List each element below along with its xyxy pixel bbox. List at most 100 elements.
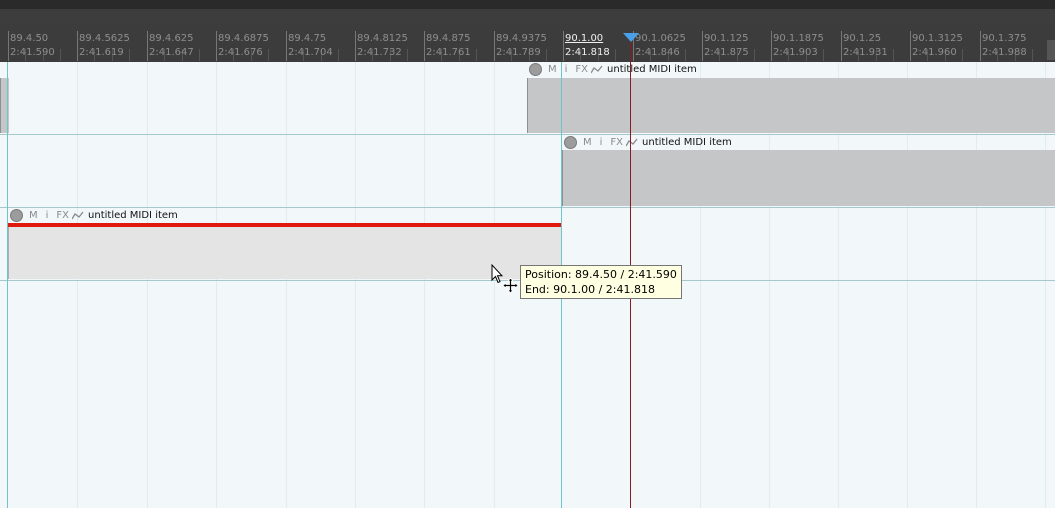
ruler-minor-tick: [823, 49, 824, 61]
ruler-beat-label: 90.1.0625: [635, 33, 686, 44]
tooltip-position: Position: 89.4.50 / 2:41.590: [525, 268, 677, 281]
ruler-time-label: 2:41.619: [79, 47, 124, 58]
ruler-minor-tick: [199, 49, 200, 61]
ruler-time-label: 2:41.818: [565, 47, 610, 58]
fx-icon[interactable]: FX: [575, 62, 588, 77]
ruler-beat-label: 90.1.1875: [773, 33, 824, 44]
top-toolbar-strip-2: [0, 9, 1055, 23]
grid-line: [424, 62, 425, 508]
item-name: untitled MIDI item: [642, 137, 732, 148]
ruler-beat-label: 89.4.625: [149, 33, 194, 44]
info-icon[interactable]: i: [46, 208, 49, 223]
midi-item-header[interactable]: M i FX untitled MIDI item: [529, 62, 697, 77]
ruler-time-label: 2:41.704: [288, 47, 333, 58]
ruler-tick: [77, 31, 78, 61]
ruler-tick: [980, 31, 981, 61]
ruler-beat-label: 89.4.875: [426, 33, 471, 44]
mute-icon[interactable]: M: [29, 208, 38, 223]
ruler-minor-tick: [615, 49, 616, 61]
envelope-icon[interactable]: [591, 65, 603, 75]
ruler-tick: [355, 31, 356, 61]
ruler-time-label: 2:41.761: [426, 47, 471, 58]
item-lock-icon[interactable]: [529, 63, 542, 76]
ruler-tick: [494, 31, 495, 61]
item-lock-icon[interactable]: [10, 209, 23, 222]
ruler-minor-tick: [893, 49, 894, 61]
ruler-time-label: 2:41.732: [357, 47, 402, 58]
ruler-tick: [910, 31, 911, 61]
playhead-marker-icon[interactable]: [623, 33, 639, 42]
grid-line: [147, 62, 148, 508]
ruler-tick: [771, 31, 772, 61]
item-name: untitled MIDI item: [607, 64, 697, 75]
info-icon[interactable]: i: [600, 135, 603, 150]
grid-line: [355, 62, 356, 508]
midi-item[interactable]: [562, 150, 1055, 206]
ruler-time-label: 2:41.676: [218, 47, 263, 58]
ruler-tick: [147, 31, 148, 61]
ruler-beat-label: 89.4.6875: [218, 33, 269, 44]
info-icon[interactable]: i: [565, 62, 568, 77]
fx-icon[interactable]: FX: [610, 135, 623, 150]
ruler-time-label: 2:41.647: [149, 47, 194, 58]
mute-icon[interactable]: M: [583, 135, 592, 150]
ruler-beat-label: 90.1.125: [704, 33, 749, 44]
ruler-beat-label: 89.4.8125: [357, 33, 408, 44]
ruler-minor-tick: [1032, 49, 1033, 61]
ruler-beat-label: 89.4.9375: [496, 33, 547, 44]
drag-tooltip: Position: 89.4.50 / 2:41.590 End: 90.1.0…: [520, 265, 682, 299]
ruler-tick: [424, 31, 425, 61]
ruler-minor-tick: [129, 49, 130, 61]
ruler-minor-tick: [476, 49, 477, 61]
ruler-beat-label: 90.1.3125: [912, 33, 963, 44]
ruler-time-label: 2:41.988: [982, 47, 1027, 58]
ruler-beat-label: 89.4.75: [288, 33, 327, 44]
ruler-minor-tick: [754, 49, 755, 61]
top-toolbar-strip: [0, 0, 1055, 9]
ruler-beat-label: 90.1.00: [565, 33, 604, 44]
ruler-minor-tick: [338, 49, 339, 61]
ruler-scroll-edge[interactable]: [1047, 40, 1055, 60]
ruler-tick: [216, 31, 217, 61]
ruler-minor-tick: [546, 49, 547, 61]
selected-item-bar: [8, 223, 561, 227]
track-divider: [0, 134, 1055, 135]
ruler-tick: [841, 31, 842, 61]
item-name: untitled MIDI item: [88, 210, 178, 221]
ruler-minor-tick: [685, 49, 686, 61]
ruler-beat-label: 89.4.50: [10, 33, 49, 44]
ruler-beat-label: 90.1.375: [982, 33, 1027, 44]
ruler-time-label: 2:41.960: [912, 47, 957, 58]
ruler-beat-label: 90.1.25: [843, 33, 882, 44]
grid-line: [286, 62, 287, 508]
fx-icon[interactable]: FX: [56, 208, 69, 223]
midi-item[interactable]: [527, 78, 1055, 133]
tooltip-end: End: 90.1.00 / 2:41.818: [525, 283, 655, 296]
ruler-time-label: 2:41.875: [704, 47, 749, 58]
ruler-time-label: 2:41.846: [635, 47, 680, 58]
ruler-minor-tick: [962, 49, 963, 61]
mute-icon[interactable]: M: [548, 62, 557, 77]
ruler-tick: [702, 31, 703, 61]
snap-guide-start: [7, 62, 8, 508]
envelope-icon[interactable]: [626, 138, 638, 148]
ruler-time-label: 2:41.789: [496, 47, 541, 58]
ruler-minor-tick: [407, 49, 408, 61]
grid-line: [77, 62, 78, 508]
grid-line: [216, 62, 217, 508]
timeline-ruler[interactable]: 89.4.50 2:41.590 89.4.5625 2:41.619 89.4.625…: [0, 23, 1055, 62]
envelope-icon[interactable]: [72, 211, 84, 221]
ruler-time-label: 2:41.590: [10, 47, 55, 58]
midi-item-header[interactable]: M i FX untitled MIDI item: [564, 135, 732, 150]
midi-item-selected[interactable]: [8, 223, 562, 279]
ruler-minor-tick: [268, 49, 269, 61]
ruler-time-label: 2:41.931: [843, 47, 888, 58]
midi-item-header[interactable]: M i FX untitled MIDI item: [10, 208, 178, 223]
grid-line: [494, 62, 495, 508]
item-lock-icon[interactable]: [564, 136, 577, 149]
ruler-time-label: 2:41.903: [773, 47, 818, 58]
ruler-tick: [563, 31, 564, 61]
ruler-tick: [286, 31, 287, 61]
ruler-minor-tick: [60, 49, 61, 61]
ruler-tick: [8, 31, 9, 61]
